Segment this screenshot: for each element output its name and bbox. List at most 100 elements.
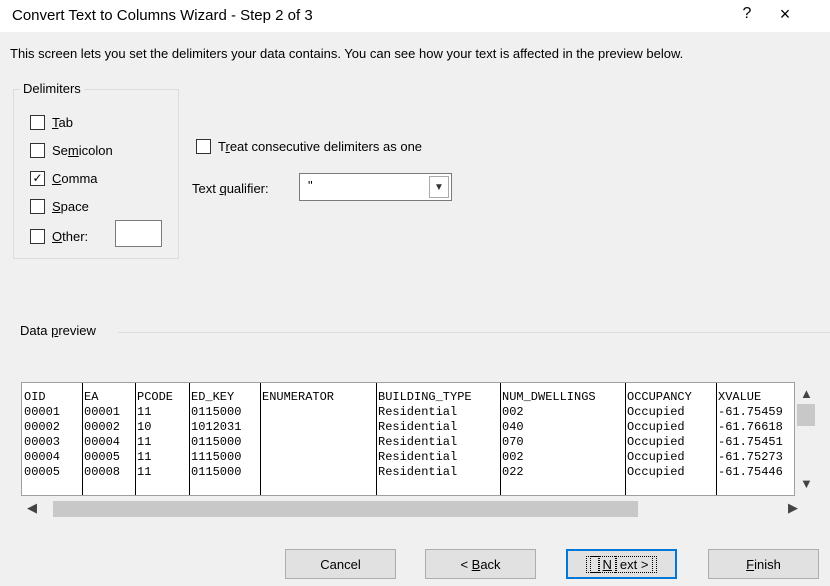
preview-cell: Occupied <box>627 405 685 419</box>
vertical-scroll-thumb[interactable] <box>797 404 815 426</box>
other-delimiter-input[interactable] <box>115 220 162 247</box>
consecutive-option[interactable]: Treat consecutive delimiters as one <box>196 137 422 155</box>
preview-cell: 0115000 <box>191 435 242 449</box>
preview-divider <box>118 332 830 333</box>
column-break[interactable] <box>500 383 501 495</box>
comma-option[interactable]: ✓ Comma <box>30 169 98 187</box>
text-qualifier-select[interactable]: " ▼ <box>299 173 452 201</box>
preview-cell: Occupied <box>627 450 685 464</box>
preview-cell: 00008 <box>84 465 121 479</box>
other-option[interactable]: Other: <box>30 227 88 245</box>
preview-header-cell: ENUMERATOR <box>262 390 335 404</box>
finish-button[interactable]: Finish <box>708 549 819 579</box>
preview-cell: -61.75273 <box>718 450 783 464</box>
preview-cell: 11 <box>137 435 152 449</box>
preview-header-cell: ED_KEY <box>191 390 235 404</box>
preview-cell: 002 <box>502 405 524 419</box>
preview-cell: 1115000 <box>191 450 242 464</box>
semicolon-option[interactable]: Semicolon <box>30 141 113 159</box>
checkmark-icon: ✓ <box>32 171 43 185</box>
tab-label: Tab <box>52 114 73 130</box>
other-label: Other: <box>52 228 89 244</box>
next-button[interactable]: Next > <box>566 549 677 579</box>
preview-cell: 00002 <box>84 420 121 434</box>
preview-header-cell: EA <box>84 390 99 404</box>
column-break[interactable] <box>716 383 717 495</box>
preview-cell: Residential <box>378 465 458 479</box>
preview-cell: -61.75446 <box>718 465 783 479</box>
help-button[interactable]: ? <box>737 5 757 23</box>
space-option[interactable]: Space <box>30 197 89 215</box>
preview-cell: -61.75459 <box>718 405 783 419</box>
preview-cell: 00003 <box>24 435 61 449</box>
preview-cell: 0115000 <box>191 465 242 479</box>
preview-cell: Occupied <box>627 420 685 434</box>
text-qualifier-label: Text qualifier: <box>192 181 269 196</box>
chevron-down-icon[interactable]: ▼ <box>429 176 449 198</box>
preview-cell: 00001 <box>24 405 61 419</box>
preview-cell: Residential <box>378 450 458 464</box>
preview-cell: 0115000 <box>191 405 242 419</box>
preview-cell: 11 <box>137 405 152 419</box>
chevron-left-icon[interactable]: ◀ <box>27 500 37 516</box>
preview-cell: 022 <box>502 465 524 479</box>
preview-cell: Occupied <box>627 465 685 479</box>
preview-cell: 002 <box>502 450 524 464</box>
preview-header-cell: PCODE <box>137 390 174 404</box>
title-bar: Convert Text to Columns Wizard - Step 2 … <box>0 0 830 32</box>
preview-cell: 11 <box>137 465 152 479</box>
preview-cell: 070 <box>502 435 524 449</box>
preview-cell: Residential <box>378 435 458 449</box>
consecutive-checkbox[interactable] <box>196 138 211 154</box>
column-break[interactable] <box>135 383 136 495</box>
semicolon-label: Semicolon <box>52 142 113 158</box>
preview-cell: 00002 <box>24 420 61 434</box>
preview-cell: 1012031 <box>191 420 242 434</box>
other-checkbox[interactable] <box>30 228 45 244</box>
semicolon-checkbox[interactable] <box>30 142 45 158</box>
data-preview-grid[interactable]: OID EA PCODE ED_KEY ENUMERATOR BUILDING_TYPE N… <box>21 382 795 496</box>
preview-cell: 00004 <box>24 450 61 464</box>
horizontal-scroll-thumb[interactable] <box>53 501 638 517</box>
preview-cell: 11 <box>137 450 152 464</box>
comma-checkbox[interactable]: ✓ <box>30 170 45 186</box>
preview-cell: 040 <box>502 420 524 434</box>
column-break[interactable] <box>82 383 83 495</box>
preview-vertical-scrollbar[interactable]: ▲ ▼ <box>795 382 817 496</box>
close-button[interactable]: × <box>775 4 795 24</box>
chevron-up-icon[interactable]: ▲ <box>800 386 813 401</box>
space-checkbox[interactable] <box>30 198 45 214</box>
preview-horizontal-scrollbar[interactable]: ◀ ▶ <box>21 497 817 521</box>
preview-cell: Occupied <box>627 435 685 449</box>
preview-header-cell: OID <box>24 390 46 404</box>
preview-header-cell: BUILDING_TYPE <box>378 390 472 404</box>
column-break[interactable] <box>625 383 626 495</box>
preview-header-cell: OCCUPANCY <box>627 390 692 404</box>
preview-cell: 00004 <box>84 435 121 449</box>
space-label: Space <box>52 198 89 214</box>
preview-cell: -61.75451 <box>718 435 783 449</box>
text-qualifier-value: " <box>308 178 313 193</box>
preview-cell: 00005 <box>24 465 61 479</box>
preview-header-cell: XVALUE <box>718 390 762 404</box>
cancel-button[interactable]: Cancel <box>285 549 396 579</box>
chevron-down-icon[interactable]: ▼ <box>800 476 813 491</box>
column-break[interactable] <box>260 383 261 495</box>
column-break[interactable] <box>189 383 190 495</box>
data-preview-label: Data preview <box>20 323 96 338</box>
tab-option[interactable]: Tab <box>30 113 73 131</box>
preview-cell: -61.76618 <box>718 420 783 434</box>
back-button[interactable]: < Back <box>425 549 536 579</box>
delimiters-legend: Delimiters <box>20 81 84 96</box>
column-break[interactable] <box>376 383 377 495</box>
comma-label: Comma <box>52 170 98 186</box>
preview-header-cell: NUM_DWELLINGS <box>502 390 596 404</box>
preview-cell: 00005 <box>84 450 121 464</box>
intro-text: This screen lets you set the delimiters … <box>10 46 684 61</box>
consecutive-label: Treat consecutive delimiters as one <box>218 138 423 154</box>
preview-cell: 10 <box>137 420 152 434</box>
preview-cell: Residential <box>378 405 458 419</box>
chevron-right-icon[interactable]: ▶ <box>788 500 798 516</box>
tab-checkbox[interactable] <box>30 114 45 130</box>
preview-cell: Residential <box>378 420 458 434</box>
